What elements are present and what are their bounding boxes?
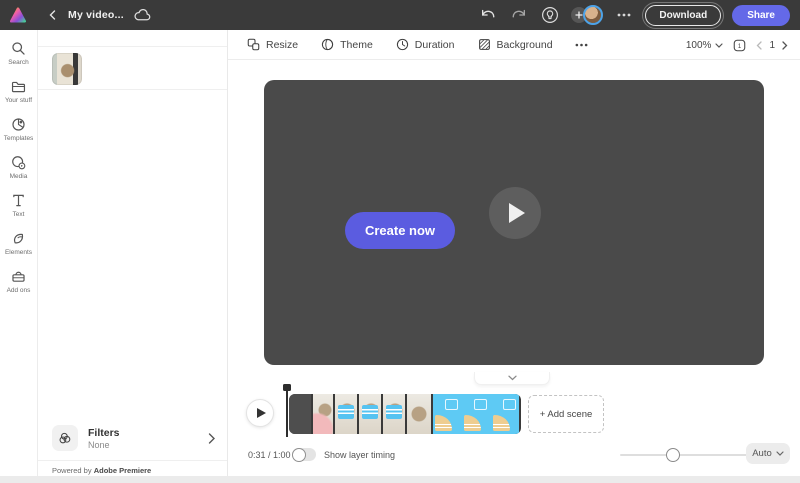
media-icon <box>12 156 26 170</box>
redo-icon[interactable] <box>509 5 529 25</box>
toggle-knob <box>292 447 306 462</box>
rail-item-media[interactable]: Media <box>0 154 38 192</box>
adobe-express-logo-icon[interactable] <box>8 6 28 24</box>
timeline-segment[interactable] <box>383 394 405 434</box>
play-icon <box>256 408 266 418</box>
filters-row[interactable]: Filters None <box>38 425 227 453</box>
add-ons-icon <box>12 271 25 282</box>
app-root: My video... Download Share Search Your s… <box>0 0 800 483</box>
collaborators <box>571 5 604 25</box>
rail-item-elements[interactable]: Elements <box>0 230 38 268</box>
rail-item-search[interactable]: Search <box>0 40 38 78</box>
scene-card-motif <box>462 394 490 434</box>
filters-icon <box>52 425 78 451</box>
resize-icon <box>247 38 260 51</box>
timeline-collapse-tab[interactable] <box>474 372 550 385</box>
panel-divider <box>38 460 227 461</box>
scene-card-motif <box>491 394 519 434</box>
left-rail: Search Your stuff Templates Media Text E… <box>0 30 38 476</box>
more-options-icon[interactable] <box>614 5 634 25</box>
timeline-segment[interactable] <box>335 394 357 434</box>
resize-button[interactable]: Resize <box>246 37 298 52</box>
topbar-left: My video... <box>8 6 151 24</box>
timeline-strip[interactable] <box>289 394 521 434</box>
duration-button[interactable]: Duration <box>395 37 455 52</box>
layer-timing-label: Show layer timing <box>324 450 396 460</box>
video-canvas[interactable]: Create now <box>264 80 764 365</box>
chevron-right-icon <box>208 431 215 449</box>
auto-dropdown[interactable]: Auto <box>746 443 790 464</box>
rail-item-your-stuff[interactable]: Your stuff <box>0 78 38 116</box>
rail-item-text[interactable]: Text <box>0 192 38 230</box>
topbar: My video... Download Share <box>0 0 800 30</box>
document-title[interactable]: My video... <box>68 9 124 21</box>
clock-icon <box>396 38 408 51</box>
scenes-panel: Filters None Powered by Adobe Premiere <box>38 30 228 476</box>
zoom-level-dropdown[interactable]: 100% <box>686 40 724 51</box>
topbar-right: Download Share <box>478 4 792 26</box>
rail-item-add-ons[interactable]: Add ons <box>0 268 38 306</box>
powered-by-label: Powered by Adobe Premiere <box>52 466 152 475</box>
chevron-down-icon <box>507 375 517 381</box>
chevron-down-icon <box>715 42 724 48</box>
download-button[interactable]: Download <box>645 4 722 26</box>
background-icon <box>478 39 490 50</box>
undo-icon[interactable] <box>478 5 498 25</box>
text-icon <box>13 194 24 207</box>
timeline-segment[interactable] <box>313 394 333 434</box>
playhead-handle[interactable] <box>283 384 291 391</box>
create-now-button[interactable]: Create now <box>345 212 455 249</box>
search-icon <box>12 42 25 55</box>
rail-item-templates[interactable]: Templates <box>0 116 38 154</box>
view-controls: 100% 1 1 <box>686 30 788 60</box>
scene-thumbnail[interactable] <box>52 53 82 85</box>
timeline-play-button[interactable] <box>246 399 274 427</box>
timeline-segment[interactable] <box>433 394 519 434</box>
play-icon <box>509 203 525 223</box>
caption-card <box>338 405 354 419</box>
back-button[interactable] <box>48 10 58 20</box>
theme-button[interactable]: Theme <box>320 37 373 52</box>
user-avatar[interactable] <box>583 5 604 25</box>
canvas-toolbar: Resize Theme Duration Background 100% 1 … <box>228 30 800 60</box>
slider-knob[interactable] <box>666 447 680 462</box>
theme-icon <box>321 38 334 51</box>
main-area: Resize Theme Duration Background 100% 1 … <box>228 30 800 476</box>
templates-icon <box>12 118 25 131</box>
svg-text:1: 1 <box>738 44 742 50</box>
elements-icon <box>14 233 24 244</box>
add-scene-button[interactable]: + Add scene <box>528 395 604 433</box>
caption-card <box>362 405 378 419</box>
filters-title: Filters <box>88 427 120 439</box>
timeline-zoom-slider[interactable] <box>620 447 748 462</box>
timeline-segment[interactable] <box>359 394 381 434</box>
timeline-segment[interactable] <box>407 394 431 434</box>
previous-page-icon[interactable] <box>756 40 763 50</box>
suggestions-lightbulb-icon[interactable] <box>540 5 560 25</box>
page-navigation: 1 <box>756 40 788 51</box>
panel-divider <box>38 46 227 47</box>
current-page-number: 1 <box>769 39 775 51</box>
next-page-icon[interactable] <box>782 40 788 50</box>
filters-value: None <box>88 440 110 450</box>
folder-icon <box>11 81 26 93</box>
panel-divider <box>38 89 227 90</box>
toolbar-more-icon[interactable] <box>575 43 588 47</box>
background-button[interactable]: Background <box>477 37 553 52</box>
pages-view-icon[interactable]: 1 <box>732 38 747 53</box>
playhead-line <box>286 391 288 437</box>
preview-play-button[interactable] <box>489 187 541 239</box>
playback-time: 0:31 / 1:00 <box>248 450 291 460</box>
caption-card <box>386 405 402 419</box>
cloud-sync-icon[interactable] <box>134 8 151 22</box>
share-button[interactable]: Share <box>732 4 790 26</box>
scene-card-motif <box>433 394 461 434</box>
window-bottom-edge <box>0 476 800 483</box>
timeline-segment[interactable] <box>289 394 311 434</box>
layer-timing-toggle[interactable] <box>292 447 316 462</box>
chevron-down-icon <box>776 451 784 456</box>
